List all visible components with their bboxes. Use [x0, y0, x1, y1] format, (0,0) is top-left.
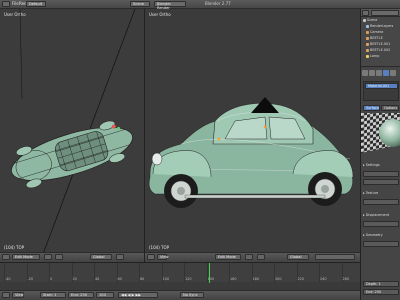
top-info-bar: File Render Default Scene Blender Render… — [0, 0, 400, 10]
outliner-row-beetle-002[interactable]: BEETLE.002 — [366, 48, 390, 53]
editor-type-icon[interactable] — [2, 1, 10, 7]
timeline-tick-label: 240 — [320, 277, 327, 281]
menu-view[interactable]: View — [12, 292, 24, 298]
displacement-field[interactable] — [363, 221, 399, 227]
left-viewport-header: Edit Mode Global — [0, 252, 144, 262]
outliner-row-camera[interactable]: Camera — [366, 30, 383, 35]
timeline-tick-label: -40 — [5, 277, 11, 281]
layer-buttons[interactable] — [315, 254, 355, 260]
mode-selector[interactable]: Edit Mode — [215, 254, 241, 260]
outliner-row-beetle[interactable]: BEETLE — [366, 36, 383, 41]
timeline-tick-label: 80 — [140, 277, 145, 281]
timeline-tick-label: 120 — [185, 277, 192, 281]
properties-editor: Material.001 Surface Options ▸ Settings … — [361, 66, 400, 300]
render-engine-selector[interactable]: Blender Render — [154, 1, 186, 10]
timeline-tick-label: 20 — [72, 277, 77, 281]
timeline-header: View Start: 1 End: 250 104 ◀◀ ◀ ▶ ▶▶ No … — [0, 290, 360, 300]
viewport-shading-icon[interactable] — [44, 254, 52, 260]
viewport-frame-label: (104) TOP — [149, 245, 170, 250]
viewport-shading-icon[interactable] — [245, 254, 253, 260]
scene-selector[interactable]: Scene — [130, 1, 150, 7]
setting-field-1[interactable] — [363, 171, 399, 177]
section-settings[interactable]: ▸ Settings — [363, 163, 380, 168]
properties-tabs — [362, 69, 400, 77]
side-view-car — [148, 97, 354, 208]
tab-options[interactable]: Options — [381, 105, 399, 111]
render-tab-icon[interactable] — [362, 70, 368, 76]
current-frame-line[interactable] — [209, 263, 210, 283]
section-displacement[interactable]: ▸ Displacement — [363, 213, 389, 218]
timeline-tick-label: 60 — [117, 277, 122, 281]
timeline-tick-label: 220 — [297, 277, 304, 281]
layer-icon[interactable] — [116, 254, 124, 260]
outliner-row-beetle-001[interactable]: BEETLE.001 — [366, 42, 390, 47]
mode-selector[interactable]: Edit Mode — [12, 254, 40, 260]
pivot-icon[interactable] — [257, 254, 265, 260]
depth-field[interactable]: Depth: 1 — [363, 281, 399, 287]
playback-controls[interactable]: ◀◀ ◀ ▶ ▶▶ — [118, 292, 158, 298]
headlight — [151, 152, 163, 166]
editor-type-icon[interactable] — [147, 254, 155, 260]
outliner-header — [361, 9, 400, 17]
timeline-tick-label: -20 — [27, 277, 34, 281]
timeline-tick-label: 260 — [342, 277, 349, 281]
scene-tab-icon[interactable] — [369, 70, 375, 76]
start-frame-field[interactable]: Start: 1 — [40, 292, 66, 298]
main-3d-viewport[interactable]: User Ortho (104) TOP View Edit Mode Glob… — [145, 9, 360, 262]
texture-tab-icon[interactable] — [390, 70, 396, 76]
pivot-icon[interactable] — [55, 254, 63, 260]
timeline[interactable]: -40 -20 0 20 40 60 80 100 120 140 160 180 200 220 240 2… — [0, 262, 360, 283]
current-frame-field[interactable]: 104 — [96, 292, 114, 298]
tab-surface[interactable]: Surface — [363, 105, 380, 111]
geometry-field[interactable] — [363, 241, 399, 247]
timeline-tick-label: 180 — [252, 277, 259, 281]
material-tab-icon[interactable] — [383, 70, 389, 76]
top-view-wireframe-car — [11, 9, 136, 262]
right-panels: Scene RenderLayers Camera BEETLE BEETLE.… — [360, 9, 400, 300]
outliner-tree: Scene RenderLayers Camera BEETLE BEETLE.… — [361, 18, 400, 66]
timeline-tick-label: 100 — [162, 277, 169, 281]
material-preview — [361, 113, 400, 153]
menu-view[interactable]: View — [157, 254, 169, 260]
axis-line — [19, 9, 23, 100]
app-version-title: Blender 2.77 — [205, 1, 231, 6]
outliner-search[interactable] — [371, 10, 399, 16]
section-texture[interactable]: ▸ Texture — [363, 191, 378, 196]
end-field[interactable]: End: 250 — [363, 289, 399, 295]
viewport-frame-label: (104) TOP — [4, 245, 25, 250]
layout-selector[interactable]: Default — [26, 1, 46, 7]
section-geometry[interactable]: ▸ Geometry — [363, 233, 383, 238]
timeline-tick-label: 160 — [230, 277, 237, 281]
setting-field-2[interactable] — [363, 179, 399, 185]
end-frame-field[interactable]: End: 250 — [68, 292, 94, 298]
timeline-tick-label: 200 — [275, 277, 282, 281]
editor-type-icon[interactable] — [2, 254, 10, 260]
material-slot-list[interactable]: Material.001 — [363, 81, 399, 101]
sync-mode-selector[interactable]: No Sync — [180, 292, 204, 298]
main-viewport-header: View Edit Mode Global — [145, 252, 360, 262]
outliner-row-lamp[interactable]: Lamp — [366, 54, 379, 59]
transform-orientation[interactable]: Global — [90, 254, 112, 260]
menu-file[interactable]: File — [12, 1, 19, 7]
timeline-tick-label: 40 — [95, 277, 100, 281]
editor-type-icon[interactable] — [2, 292, 10, 298]
transform-orientation[interactable]: Global — [287, 254, 309, 260]
material-slot[interactable]: Material.001 — [365, 83, 398, 89]
outliner-row-scene[interactable]: Scene — [363, 18, 377, 23]
object-tab-icon[interactable] — [376, 70, 382, 76]
outliner-view-icon[interactable] — [362, 10, 369, 16]
left-3d-viewport[interactable]: User Ortho (104) TOP Edit Mode Global — [0, 9, 145, 262]
timeline-tick-label: 0 — [50, 277, 53, 281]
outliner-row-renderlayers[interactable]: RenderLayers — [366, 24, 393, 29]
texture-field[interactable] — [363, 199, 399, 205]
timeline-ruler: -40 -20 0 20 40 60 80 100 120 140 160 180 200 220 240 2… — [0, 263, 360, 283]
